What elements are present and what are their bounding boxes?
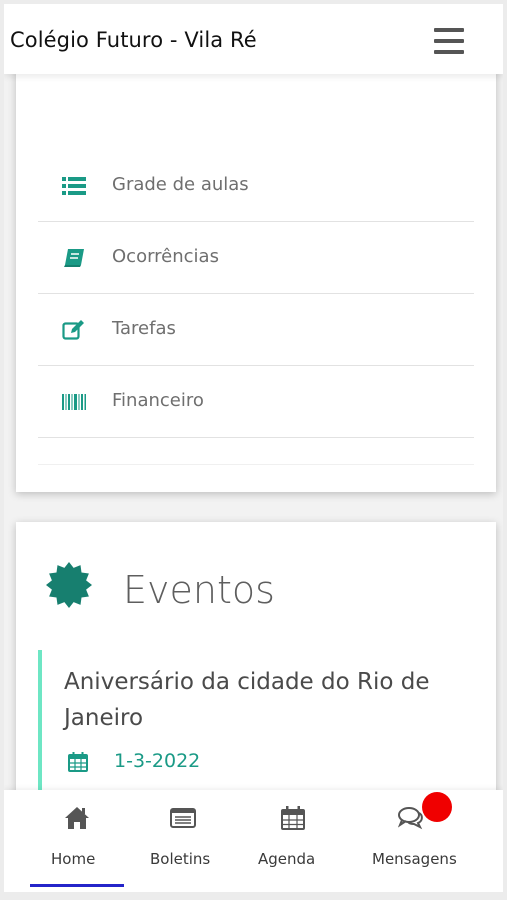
bottom-nav: Home Boletins Agenda Mensagens [4, 790, 503, 892]
report-card-icon [170, 808, 196, 828]
events-heading: Eventos [123, 568, 275, 612]
menu-item-label: Financeiro [112, 390, 204, 411]
menu-item-label: Ocorrências [112, 246, 219, 267]
event-name: Aniversário da cidade do Rio de Janeiro [64, 669, 430, 731]
app-title: Colégio Futuro - Vila Ré [10, 28, 257, 52]
badge-icon [46, 562, 92, 608]
barcode-icon [62, 394, 86, 410]
nav-mensagens[interactable]: Mensagens [360, 790, 472, 890]
menu-item-financeiro[interactable]: Financeiro [38, 366, 474, 438]
nav-label-mensagens: Mensagens [372, 850, 457, 868]
menu-item-ocorrencias[interactable]: Ocorrências [38, 222, 474, 294]
menu-item-label: Grade de aulas [112, 174, 249, 195]
event-date: 1-3-2022 [114, 750, 201, 772]
event-item[interactable]: Aniversário da cidade do Rio de Janeiro … [38, 650, 478, 810]
active-tab-indicator [30, 884, 124, 887]
list-icon [62, 177, 86, 195]
nav-label-agenda: Agenda [258, 850, 316, 868]
book-icon [64, 249, 84, 267]
edit-icon [62, 320, 84, 340]
notification-badge [422, 792, 452, 822]
home-icon [65, 807, 89, 829]
chat-icon [398, 807, 423, 830]
nav-boletins[interactable]: Boletins [140, 790, 230, 890]
menu-item-tarefas[interactable]: Tarefas [38, 294, 474, 366]
menu-item-grade-de-aulas[interactable]: Grade de aulas [38, 150, 474, 222]
app-bar: Colégio Futuro - Vila Ré [4, 4, 503, 74]
nav-home[interactable]: Home [30, 790, 124, 890]
calendar-icon [68, 752, 88, 772]
calendar-icon [281, 806, 305, 830]
nav-label-boletins: Boletins [150, 850, 211, 868]
menu-item-label: Tarefas [112, 318, 176, 339]
events-card: Eventos Aniversário da cidade do Rio de … [16, 522, 496, 822]
nav-label-home: Home [51, 850, 96, 868]
divider [38, 464, 474, 465]
app-frame: Colégio Futuro - Vila Ré Grade de aulas [4, 4, 503, 892]
menu-card: Grade de aulas Ocorrências Tarefas Finan… [16, 66, 496, 492]
nav-agenda[interactable]: Agenda [250, 790, 336, 890]
hamburger-icon[interactable] [434, 28, 464, 54]
